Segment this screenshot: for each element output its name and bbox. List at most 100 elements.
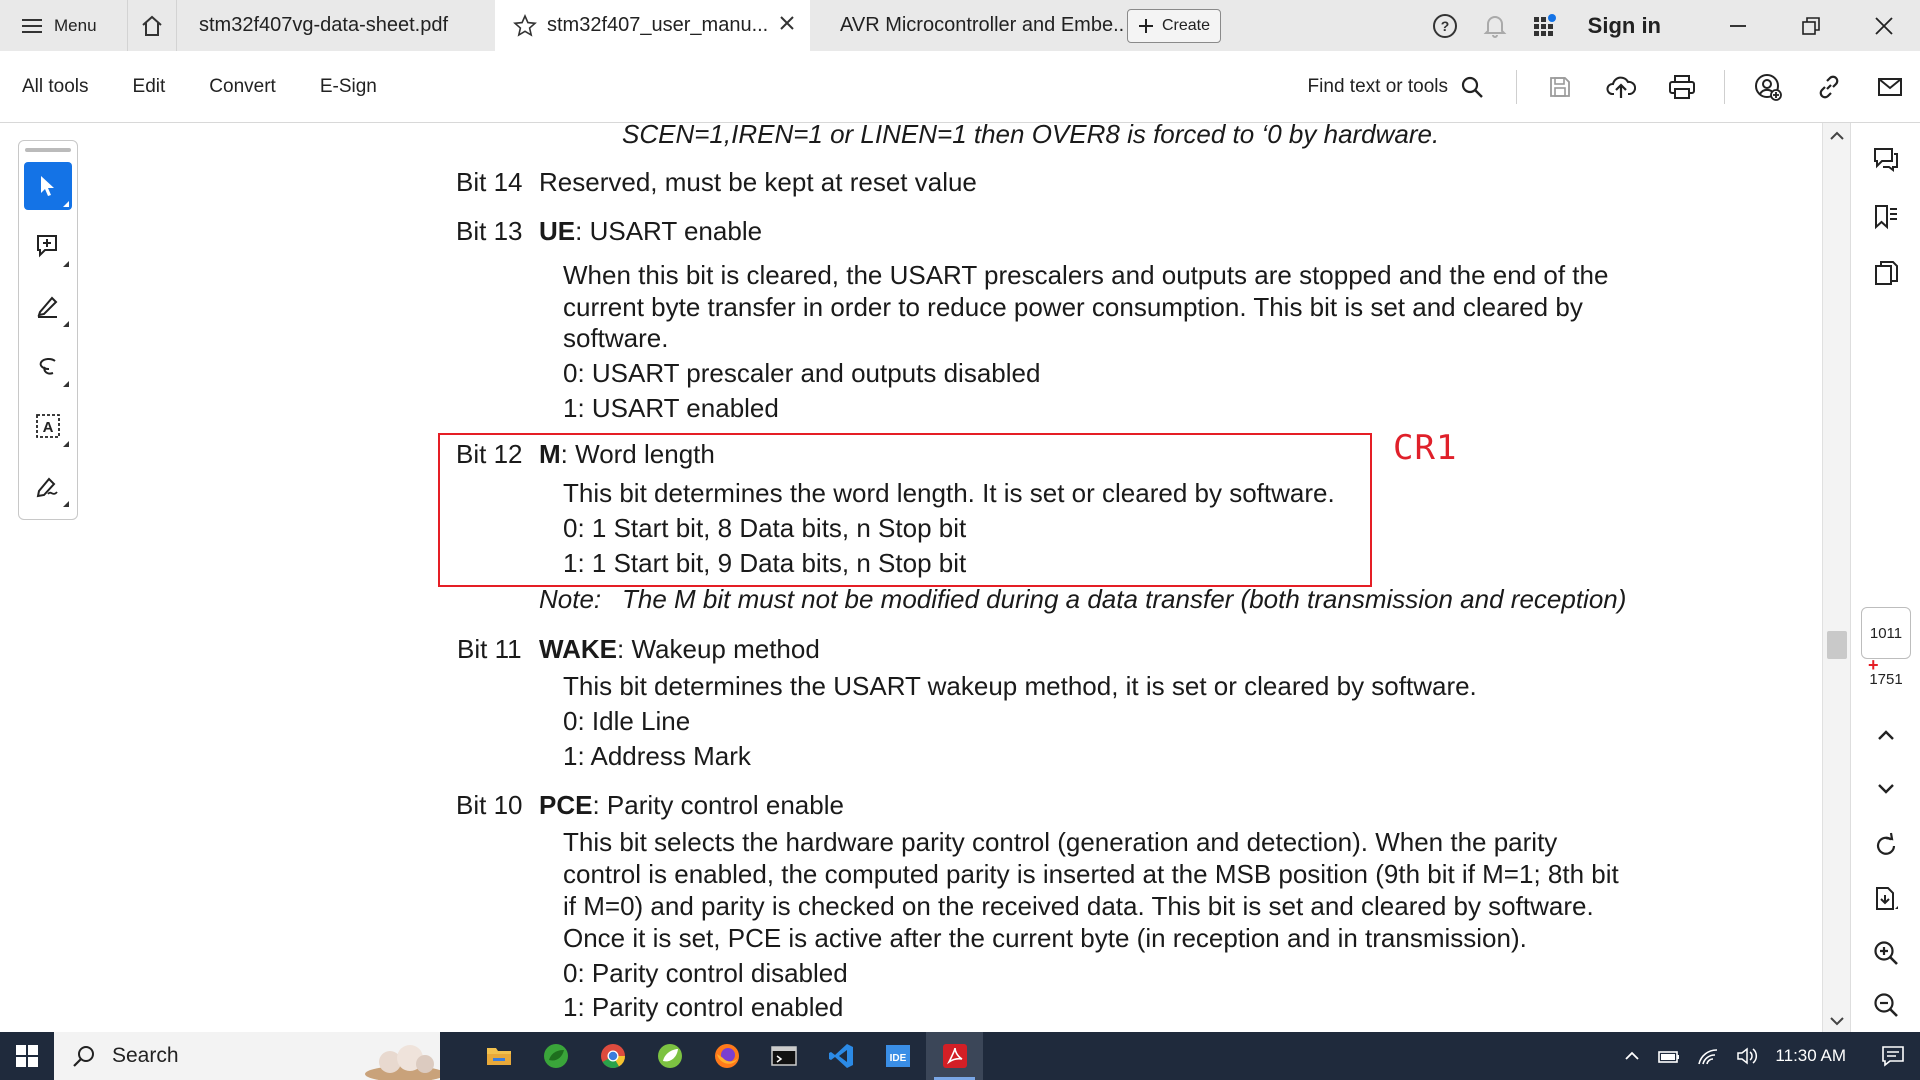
scrollbar-thumb[interactable] — [1827, 631, 1847, 659]
taskbar-app-green[interactable] — [527, 1032, 584, 1080]
create-button[interactable]: Create — [1127, 8, 1222, 43]
close-icon — [1874, 16, 1893, 35]
toolbar-right: Find text or tools — [1308, 51, 1920, 123]
bit10-number: Bit 10 — [456, 790, 523, 820]
note-text: The M bit must not be modified during a … — [622, 584, 1627, 614]
plus-icon — [1139, 18, 1153, 33]
taskbar-search[interactable]: Search — [54, 1032, 440, 1080]
home-icon — [142, 15, 162, 36]
total-pages: 1751 — [1869, 671, 1903, 688]
bit13-option-0: 0: USART prescaler and outputs disabled — [563, 358, 1041, 388]
text-select-icon: A — [36, 414, 60, 438]
taskbar-vscode[interactable] — [812, 1032, 869, 1080]
rotate-button[interactable] — [1851, 832, 1920, 860]
taskbar-terminal[interactable] — [755, 1032, 812, 1080]
tab-avr-book[interactable]: AVR Microcontroller and Embe... — [810, 0, 1125, 51]
save-button[interactable] — [1529, 51, 1590, 123]
start-button[interactable] — [0, 1032, 54, 1080]
chevron-down-icon[interactable] — [1828, 1014, 1846, 1028]
menu-convert[interactable]: Convert — [209, 76, 276, 98]
bit12-option-1: 1: 1 Start bit, 9 Data bits, n Stop bit — [563, 548, 967, 578]
main-toolbar: All tools Edit Convert E-Sign Find text … — [0, 51, 1920, 123]
email-button[interactable] — [1859, 51, 1920, 123]
battery-icon[interactable] — [1657, 1047, 1681, 1065]
taskbar-stm32-ide[interactable]: IDE — [869, 1032, 926, 1080]
bit14-text: Reserved, must be kept at reset value — [539, 167, 977, 197]
sign-in-button[interactable]: Sign in — [1588, 13, 1661, 39]
menu-all-tools[interactable]: All tools — [22, 76, 89, 98]
bit13-desc-3: software. — [563, 323, 669, 353]
draw-tool[interactable] — [24, 342, 72, 390]
bit10-option-0: 0: Parity control disabled — [563, 958, 848, 988]
menu-esign[interactable]: E-Sign — [320, 76, 377, 98]
annotation-cr1[interactable]: CR1 — [1393, 428, 1457, 468]
notification-center-icon[interactable] — [1880, 1044, 1906, 1068]
bit11-name: WAKE — [539, 634, 617, 664]
bit13-desc-2: current byte transfer in order to reduce… — [563, 292, 1583, 322]
menu-edit[interactable]: Edit — [133, 76, 166, 98]
restore-icon — [1801, 16, 1820, 35]
bit12-name: M — [539, 439, 561, 469]
notifications-button[interactable] — [1470, 13, 1520, 39]
taskbar-app-green-2[interactable] — [641, 1032, 698, 1080]
next-page-button[interactable] — [1851, 781, 1920, 797]
print-button[interactable] — [1651, 51, 1712, 123]
document-view[interactable]: SCEN=1,IREN=1 or LINEN=1 then OVER8 is f… — [95, 123, 1852, 1032]
toolbar-divider — [1516, 70, 1517, 104]
help-button[interactable]: ? — [1420, 13, 1470, 39]
bit10-heading: PCE: Parity control enable — [539, 790, 844, 821]
sign-tool[interactable] — [24, 462, 72, 510]
chevron-down-icon — [1878, 784, 1894, 794]
close-icon[interactable] — [778, 14, 796, 32]
zoom-out-button[interactable] — [1851, 991, 1920, 1019]
windows-icon — [16, 1045, 38, 1067]
bit13-heading: UE: USART enable — [539, 216, 762, 247]
bookmarks-panel-button[interactable] — [1851, 203, 1920, 231]
bit11-heading: WAKE: Wakeup method — [539, 634, 820, 665]
menu-button[interactable]: Menu — [0, 0, 127, 51]
taskbar-file-explorer[interactable] — [470, 1032, 527, 1080]
home-button[interactable] — [127, 0, 177, 51]
thumbnails-panel-button[interactable] — [1851, 259, 1920, 287]
taskbar-clock[interactable]: 11:30 AM — [1775, 1046, 1846, 1066]
wifi-icon[interactable] — [1697, 1046, 1719, 1066]
text-select-tool[interactable]: A — [24, 402, 72, 450]
save-icon — [1549, 77, 1570, 97]
bit13-desc-1: When this bit is cleared, the USART pres… — [563, 260, 1609, 290]
rotate-icon — [1876, 832, 1896, 855]
vertical-scrollbar[interactable] — [1822, 123, 1850, 1032]
copy-link-button[interactable] — [1798, 51, 1859, 123]
bit12-option-0: 0: 1 Start bit, 8 Data bits, n Stop bit — [563, 513, 967, 543]
volume-icon[interactable] — [1735, 1046, 1759, 1066]
share-button[interactable] — [1737, 51, 1798, 123]
zoom-in-button[interactable] — [1851, 939, 1920, 967]
add-comment-tool[interactable] — [24, 222, 72, 270]
find-button[interactable]: Find text or tools — [1308, 75, 1484, 99]
restore-button[interactable] — [1774, 0, 1847, 51]
search-icon — [1461, 76, 1483, 98]
taskbar-acrobat[interactable] — [926, 1032, 983, 1080]
app-leaf-icon — [657, 1044, 682, 1068]
upload-icon — [1605, 76, 1636, 98]
doc-line-scen: SCEN=1,IREN=1 or LINEN=1 then OVER8 is f… — [622, 123, 1440, 149]
chevron-up-icon[interactable] — [1828, 129, 1846, 143]
current-page-field[interactable]: 1011 — [1861, 607, 1911, 659]
panel-grip[interactable] — [25, 148, 71, 152]
highlight-tool[interactable] — [24, 282, 72, 330]
star-icon[interactable] — [513, 13, 537, 38]
minimize-button[interactable] — [1701, 0, 1774, 51]
tab-label: stm32f407vg-data-sheet.pdf — [199, 14, 449, 36]
previous-page-button[interactable] — [1851, 727, 1920, 743]
apps-button[interactable] — [1520, 13, 1570, 39]
tab-datasheet[interactable]: stm32f407vg-data-sheet.pdf — [177, 0, 495, 51]
ide-icon: IDE — [885, 1045, 910, 1067]
select-tool[interactable] — [24, 162, 72, 210]
tab-user-manual[interactable]: stm32f407_user_manu... — [495, 0, 810, 51]
comments-panel-button[interactable] — [1851, 145, 1920, 173]
chevron-up-icon[interactable] — [1623, 1050, 1641, 1062]
taskbar-firefox[interactable] — [698, 1032, 755, 1080]
upload-button[interactable] — [1590, 51, 1651, 123]
taskbar-chrome[interactable] — [584, 1032, 641, 1080]
export-page-button[interactable] — [1851, 885, 1920, 913]
close-window-button[interactable] — [1847, 0, 1920, 51]
